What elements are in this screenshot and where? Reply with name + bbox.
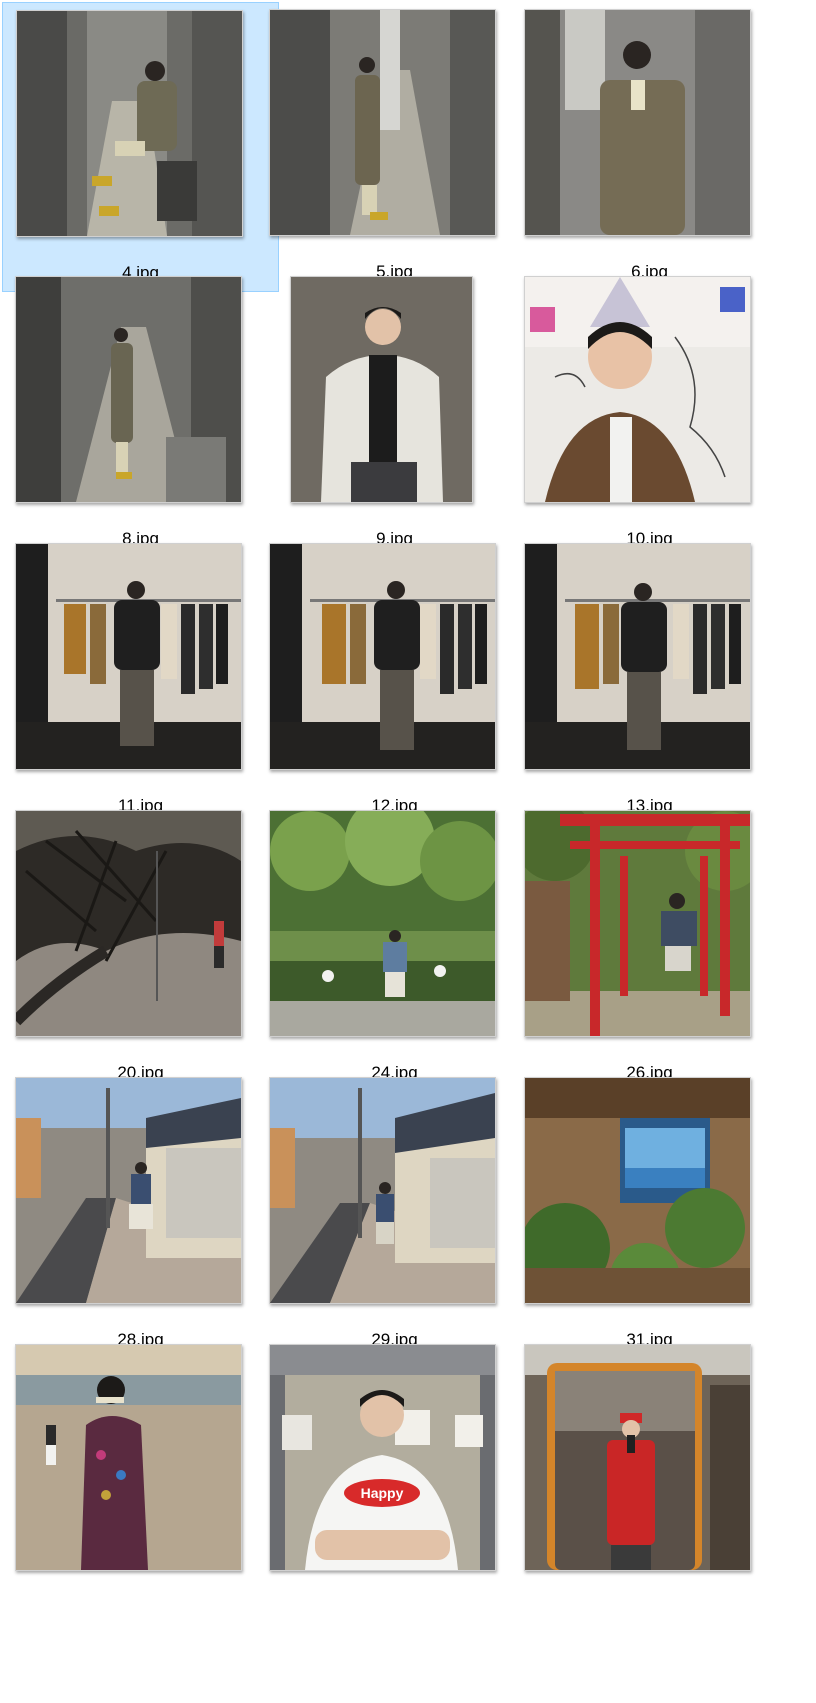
- file-tile-20[interactable]: 20.jpg: [2, 803, 279, 1093]
- thumbnail-image[interactable]: [524, 543, 751, 770]
- thumbnail-image[interactable]: [524, 1344, 751, 1571]
- thumbnail-image[interactable]: Happy: [269, 1344, 496, 1571]
- file-tile-10[interactable]: 10.jpg: [511, 269, 788, 559]
- file-tile-8[interactable]: 8.jpg: [2, 269, 279, 559]
- file-tile-29[interactable]: 29.jpg: [256, 1070, 533, 1360]
- thumbnail-image[interactable]: [524, 276, 751, 503]
- file-tile-24[interactable]: 24.jpg: [256, 803, 533, 1093]
- happy-shirt-text: Happy: [361, 1485, 404, 1501]
- thumbnail-image[interactable]: [524, 1077, 751, 1304]
- file-tile-31[interactable]: 31.jpg: [511, 1070, 788, 1360]
- thumbnail-image[interactable]: [269, 543, 496, 770]
- file-tile-5[interactable]: 5.jpg: [256, 2, 533, 292]
- thumbnail-image[interactable]: [15, 543, 242, 770]
- file-tile-6[interactable]: 6.jpg: [511, 2, 788, 292]
- file-tile-13[interactable]: 13.jpg: [511, 536, 788, 826]
- thumbnail-image[interactable]: [524, 9, 751, 236]
- thumbnail-image[interactable]: [290, 276, 473, 503]
- thumbnail-image[interactable]: [15, 1077, 242, 1304]
- thumbnail-grid: 4.jpg 5.jpg 6.jpg 8.jpg 9.jpg 10.jpg 11.…: [0, 0, 816, 1703]
- file-tile-row6-3[interactable]: [511, 1337, 788, 1627]
- file-tile-26[interactable]: 26.jpg: [511, 803, 788, 1093]
- file-tile-28[interactable]: 28.jpg: [2, 1070, 279, 1360]
- thumbnail-image[interactable]: [15, 810, 242, 1037]
- thumbnail-image[interactable]: [15, 276, 242, 503]
- file-tile-11[interactable]: 11.jpg: [2, 536, 279, 826]
- thumbnail-image[interactable]: [524, 810, 751, 1037]
- file-tile-12[interactable]: 12.jpg: [256, 536, 533, 826]
- file-tile-9[interactable]: 9.jpg: [256, 269, 533, 559]
- file-tile-row6-1[interactable]: [2, 1337, 279, 1627]
- thumbnail-image[interactable]: [269, 810, 496, 1037]
- thumbnail-image[interactable]: [16, 10, 243, 237]
- thumbnail-image[interactable]: [15, 1344, 242, 1571]
- file-tile-row6-2[interactable]: Happy: [256, 1337, 533, 1627]
- file-tile-4[interactable]: 4.jpg: [2, 2, 279, 292]
- thumbnail-image[interactable]: [269, 1077, 496, 1304]
- thumbnail-image[interactable]: [269, 9, 496, 236]
